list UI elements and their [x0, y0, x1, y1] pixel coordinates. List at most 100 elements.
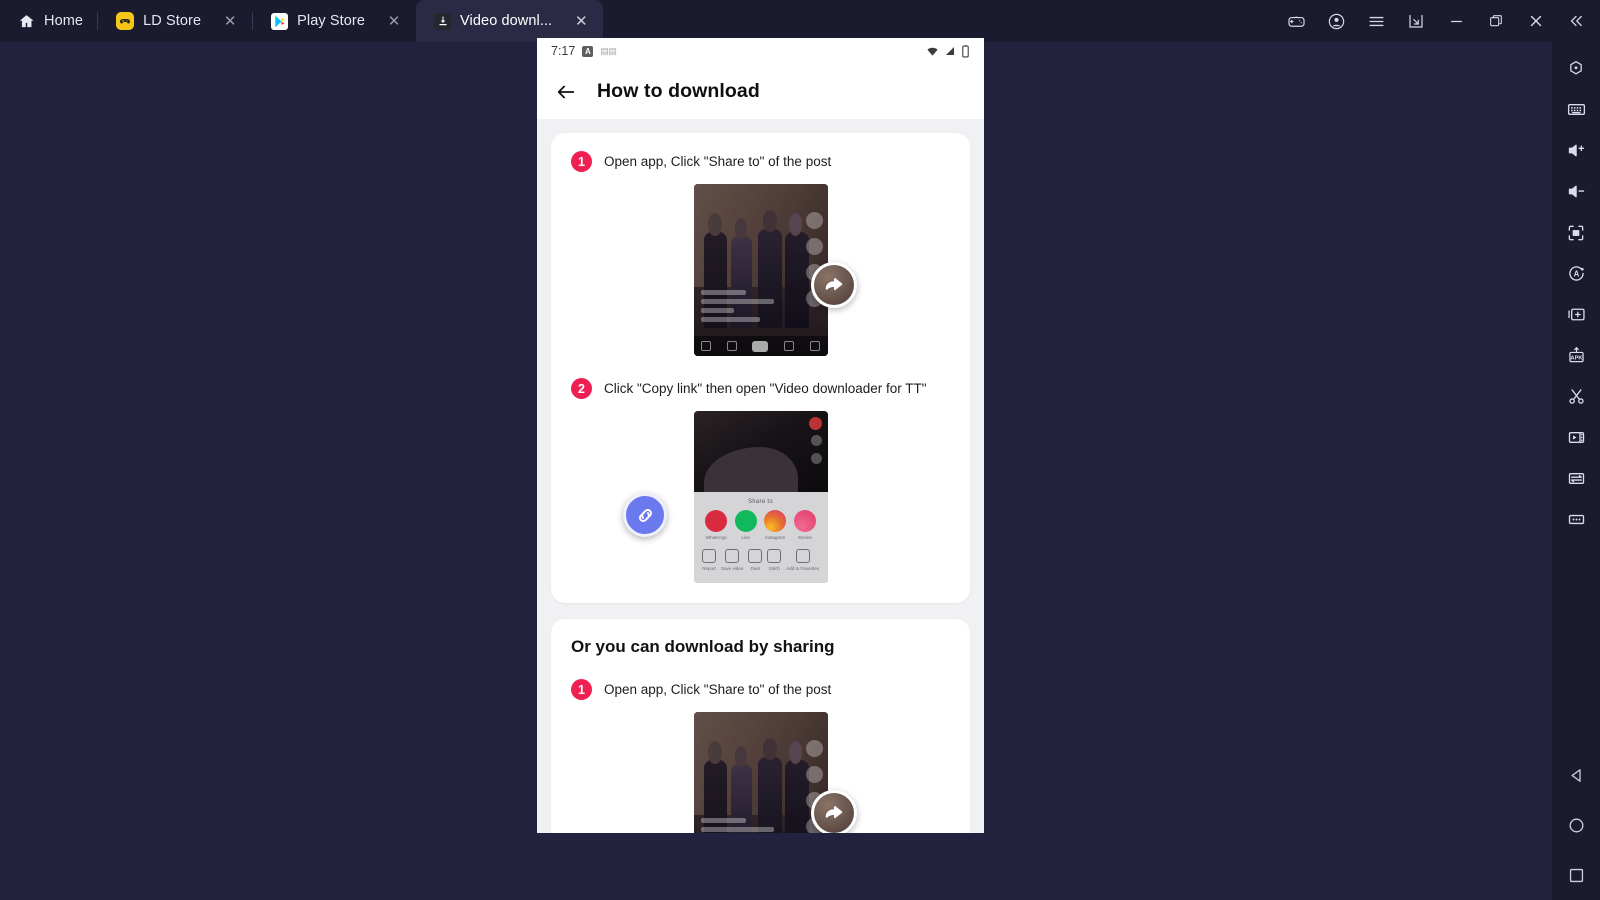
status-bar-time: 7:17 — [551, 44, 575, 58]
play-store-icon — [271, 13, 288, 30]
ss-action-item: Report — [702, 549, 716, 571]
sidebar-fullscreen-icon[interactable] — [1556, 212, 1596, 253]
page-title: How to download — [597, 80, 760, 103]
ss-action-label: Add to Favorites — [786, 566, 819, 571]
sidebar-shake-icon[interactable] — [1556, 458, 1596, 499]
android-home-button[interactable] — [1556, 800, 1596, 850]
sidebar-volume-up-icon[interactable] — [1556, 130, 1596, 171]
ss-action-rail — [811, 435, 822, 464]
tt-caption-line — [701, 299, 774, 304]
title-bar: Home LD Store ✕ — [0, 0, 1600, 42]
minimize-button[interactable] — [1436, 0, 1476, 42]
ss-action-label: Report — [702, 566, 716, 571]
ss-video-subject — [704, 447, 798, 491]
ss-save-video-icon — [725, 549, 739, 563]
tab-play-store[interactable]: Play Store ✕ — [253, 0, 416, 42]
video-download-icon — [434, 13, 451, 30]
battery-icon — [961, 45, 970, 58]
ss-comment-icon — [811, 453, 822, 464]
tab-video-downloader-close-icon[interactable]: ✕ — [573, 14, 589, 29]
sidebar-more-icon[interactable] — [1556, 499, 1596, 540]
window-controls — [1276, 0, 1600, 42]
signal-icon — [944, 45, 956, 57]
share-arrow-fab-inner — [814, 265, 854, 305]
notification-badge-icon: A — [582, 46, 593, 57]
close-button[interactable] — [1516, 0, 1556, 42]
ss-video-area — [694, 411, 828, 492]
tiktok-feed-screenshot — [694, 712, 828, 833]
sidebar-apk-install-icon[interactable]: APK — [1556, 335, 1596, 376]
ss-stitch-icon — [767, 549, 781, 563]
tt-caption — [701, 818, 784, 833]
ss-app-label: WhatsApp — [706, 535, 727, 540]
step-text: Open app, Click "Share to" of the post — [604, 682, 831, 697]
sidebar-volume-down-icon[interactable] — [1556, 171, 1596, 212]
step-text: Click "Copy link" then open "Video downl… — [604, 381, 927, 396]
tab-ld-store[interactable]: LD Store ✕ — [98, 0, 252, 42]
share-arrow-fab — [811, 790, 857, 833]
emulator-window: Home LD Store ✕ — [0, 0, 1600, 900]
svg-text:A: A — [1573, 270, 1579, 279]
new-window-button[interactable] — [1396, 0, 1436, 42]
tt-caption-line — [701, 290, 747, 295]
tab-ld-store-close-icon[interactable]: ✕ — [222, 14, 238, 29]
status-bar-left: 7:17 A ▤▤ — [551, 44, 616, 58]
ss-app-item: Instagram — [764, 510, 786, 540]
tt-caption-line — [701, 308, 734, 313]
status-bar-right — [926, 45, 970, 58]
ss-app-stories-icon — [794, 510, 816, 532]
download-by-sharing-card: Or you can download by sharing 1 Open ap… — [551, 619, 970, 833]
step-number-badge: 1 — [571, 151, 592, 172]
tt-nav-profile-icon — [810, 341, 820, 351]
ss-app-whatsapp-icon — [705, 510, 727, 532]
ss-panel: Share to WhatsApp Line — [694, 492, 828, 583]
android-recents-button[interactable] — [1556, 850, 1596, 900]
ss-action-item: Save video — [721, 549, 743, 571]
back-arrow-icon[interactable] — [555, 81, 577, 103]
tab-home-label: Home — [44, 13, 83, 29]
step-number-badge: 1 — [571, 679, 592, 700]
ss-action-item: Add to Favorites — [786, 549, 819, 571]
tt-nav-home-icon — [701, 341, 711, 351]
tt-avatar-icon — [806, 212, 823, 229]
ss-app-item: Stories — [794, 510, 816, 540]
content-scroll-area[interactable]: 1 Open app, Click "Share to" of the post — [537, 119, 984, 833]
home-icon — [18, 13, 35, 30]
how-to-download-card: 1 Open app, Click "Share to" of the post — [551, 133, 970, 603]
tt-like-icon — [806, 238, 823, 255]
account-button[interactable] — [1316, 0, 1356, 42]
tt-nav-search-icon — [727, 341, 737, 351]
android-back-button[interactable] — [1556, 750, 1596, 800]
tt-nav-inbox-icon — [784, 341, 794, 351]
tab-strip: Home LD Store ✕ — [0, 0, 603, 42]
sidebar-rotate-icon[interactable]: A — [1556, 253, 1596, 294]
android-screen: 7:17 A ▤▤ How to — [537, 38, 984, 833]
sidebar-keyboard-icon[interactable] — [1556, 89, 1596, 130]
sidebar-scissors-icon[interactable] — [1556, 376, 1596, 417]
emulator-sidebar: A APK — [1552, 42, 1600, 900]
ss-favorites-icon — [796, 549, 810, 563]
status-bar: 7:17 A ▤▤ — [537, 38, 984, 64]
ss-app-label: Line — [741, 535, 750, 540]
tab-play-store-close-icon[interactable]: ✕ — [386, 14, 402, 29]
tt-avatar-icon — [806, 740, 823, 757]
ss-avatar-icon — [809, 417, 822, 430]
sidebar-record-icon[interactable] — [1556, 417, 1596, 458]
tiktok-feed-image — [694, 712, 828, 833]
tt-caption-line — [701, 827, 774, 832]
share-arrow-fab-inner — [814, 793, 854, 833]
menu-button[interactable] — [1356, 0, 1396, 42]
sidebar-settings-icon[interactable] — [1556, 48, 1596, 89]
tiktok-feed-image — [694, 184, 828, 356]
maximize-button[interactable] — [1476, 0, 1516, 42]
gamepad-settings-button[interactable] — [1276, 0, 1316, 42]
tab-home[interactable]: Home — [0, 0, 97, 42]
tt-nav-create-icon — [752, 341, 768, 352]
collapse-sidebar-button[interactable] — [1556, 0, 1596, 42]
tab-play-store-label: Play Store — [297, 13, 365, 29]
sidebar-multi-instance-icon[interactable] — [1556, 294, 1596, 335]
ss-app-label: Stories — [798, 535, 812, 540]
tiktok-feed-screenshot — [694, 184, 828, 356]
tab-video-downloader[interactable]: Video downl... ✕ — [416, 0, 603, 42]
ss-action-label: Stitch — [769, 566, 780, 571]
